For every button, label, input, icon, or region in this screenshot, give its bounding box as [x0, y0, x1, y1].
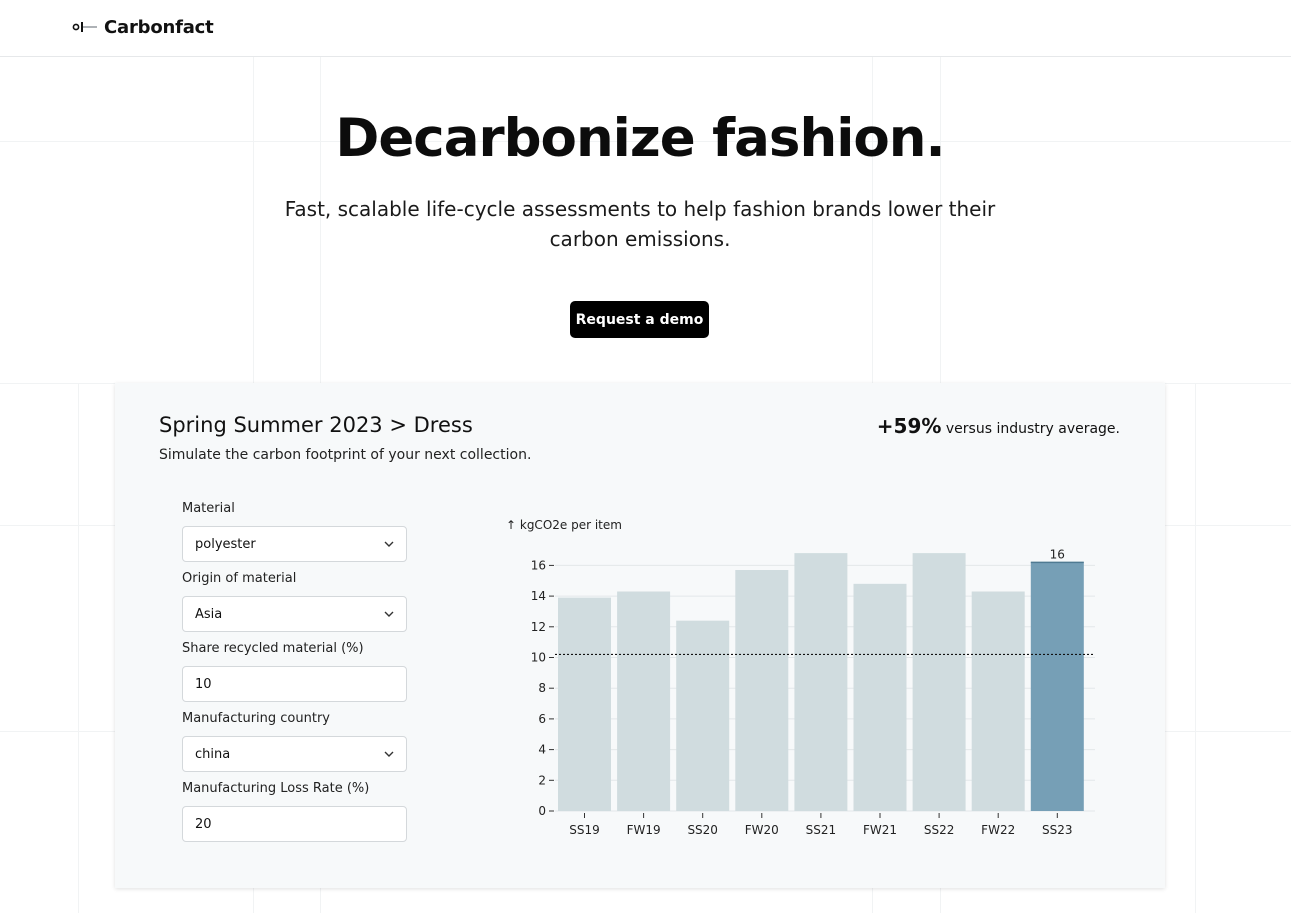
simulator-card: Spring Summer 2023 > Dress Simulate the …	[115, 383, 1165, 888]
chevron-down-icon	[384, 611, 394, 617]
logo-icon	[72, 22, 97, 32]
x-tick-label: FW22	[981, 823, 1015, 837]
country-value: china	[195, 746, 231, 762]
brand-logo[interactable]: Carbonfact	[72, 14, 214, 40]
brand-name: Carbonfact	[104, 16, 214, 38]
card-subtitle: Simulate the carbon footprint of your ne…	[159, 447, 532, 463]
y-tick-label: 0	[538, 804, 546, 818]
chevron-down-icon	[384, 541, 394, 547]
hero-title: Decarbonize fashion.	[335, 108, 945, 169]
material-value: polyester	[195, 536, 256, 552]
y-tick-label: 2	[538, 773, 546, 787]
x-tick-label: SS22	[924, 823, 955, 837]
y-tick-label: 14	[531, 589, 546, 603]
recycled-input[interactable]	[195, 676, 385, 692]
card-title: Spring Summer 2023 > Dress	[159, 413, 473, 437]
bar-fw19	[617, 591, 671, 811]
y-tick-label: 10	[531, 651, 546, 665]
site-header: Carbonfact	[0, 0, 1291, 57]
bar-fw21	[853, 583, 907, 811]
origin-label: Origin of material	[182, 571, 297, 586]
industry-comparison: +59% versus industry average.	[877, 414, 1120, 438]
chart-y-ticks: 0 2 4 6 8 10 12 14 16	[531, 558, 554, 818]
origin-select[interactable]: Asia	[182, 596, 407, 632]
comparison-label: versus industry average.	[941, 421, 1120, 437]
y-tick-label: 4	[538, 743, 546, 757]
material-label: Material	[182, 501, 235, 516]
x-tick-label: FW20	[745, 823, 779, 837]
bar-ss19	[558, 597, 611, 811]
simulation-form: Material polyester Origin of material As…	[182, 501, 408, 851]
data-label: 16	[1050, 547, 1065, 561]
recycled-label: Share recycled material (%)	[182, 641, 364, 656]
loss-rate-input[interactable]	[195, 816, 385, 832]
recycled-field[interactable]	[182, 666, 407, 702]
x-tick-label: SS23	[1042, 823, 1073, 837]
loss-rate-label: Manufacturing Loss Rate (%)	[182, 781, 370, 796]
comparison-value: +59%	[876, 414, 942, 438]
bar-ss21	[794, 553, 848, 811]
y-tick-label: 6	[538, 712, 546, 726]
origin-value: Asia	[195, 606, 223, 622]
bar-ss22	[912, 553, 966, 811]
chevron-down-icon	[384, 751, 394, 757]
chart-bars: 16	[558, 547, 1084, 811]
x-tick-label: FW19	[627, 823, 661, 837]
chart-y-axis-label: ↑ kgCO2e per item	[506, 518, 622, 532]
request-demo-button[interactable]: Request a demo	[570, 301, 709, 338]
y-tick-label: 12	[531, 620, 546, 634]
country-label: Manufacturing country	[182, 711, 330, 726]
hero-subtitle: Fast, scalable life-cycle assessments to…	[284, 197, 996, 251]
x-tick-label: FW21	[863, 823, 897, 837]
chart-x-ticks: SS19 FW19 SS20 FW20 SS21 FW21 SS22 FW22 SS23	[569, 813, 1073, 837]
x-tick-label: SS19	[569, 823, 600, 837]
material-select[interactable]: polyester	[182, 526, 407, 562]
x-tick-label: SS21	[806, 823, 837, 837]
y-tick-label: 8	[538, 681, 546, 695]
emissions-bar-chart: ↑ kgCO2e per item 0 2 4 6 8 10 12 14 16 16 SS19 F…	[506, 518, 1095, 837]
loss-rate-field[interactable]	[182, 806, 407, 842]
bar-fw22	[971, 591, 1025, 811]
y-tick-label: 16	[531, 558, 546, 572]
bar-ss20	[676, 620, 730, 811]
x-tick-label: SS20	[687, 823, 718, 837]
bar-fw20	[735, 570, 789, 811]
bar-ss23	[1030, 562, 1084, 811]
country-select[interactable]: china	[182, 736, 407, 772]
